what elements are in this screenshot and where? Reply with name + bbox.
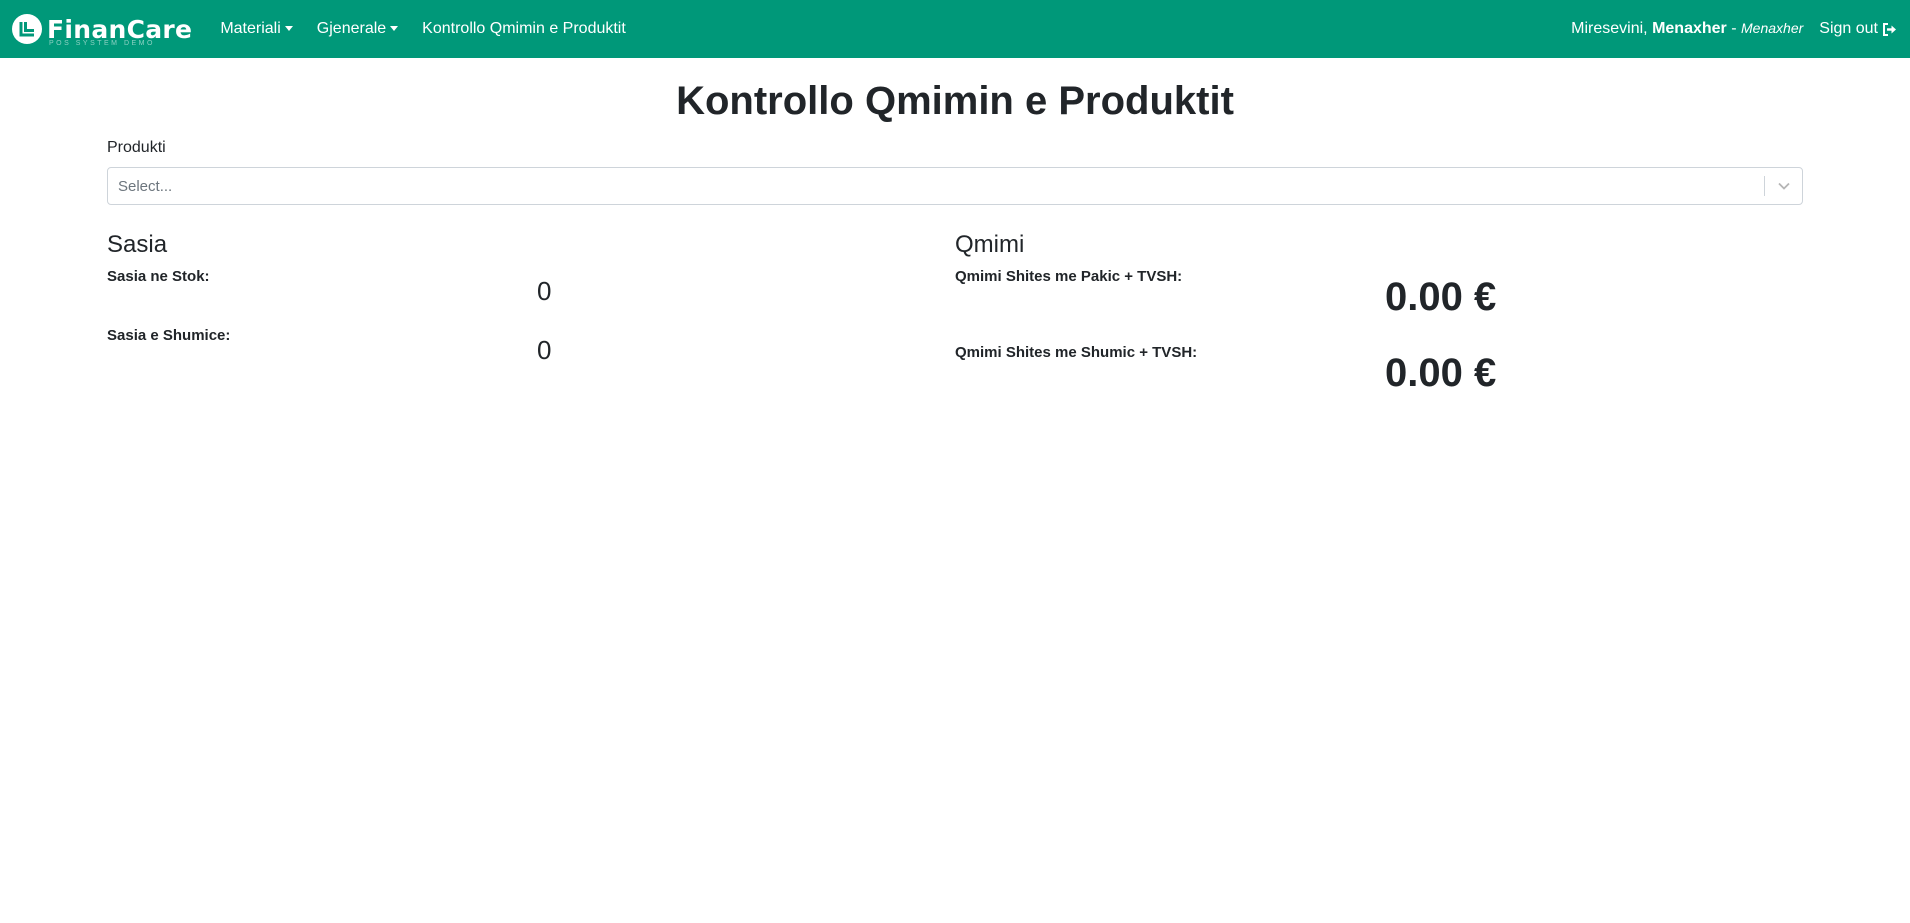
- product-select[interactable]: Select...: [107, 167, 1803, 205]
- nav-materiali-label: Materiali: [220, 20, 281, 37]
- retail-price-value: 0.00 €: [1385, 274, 1497, 319]
- wholesale-quantity-value: 0: [537, 334, 552, 365]
- quantity-heading: Sasia: [107, 231, 168, 258]
- brand-logo-link[interactable]: FinanCare POS SYSTEM DEMO: [12, 14, 193, 47]
- caret-down-icon: [284, 25, 293, 31]
- product-label: Produkti: [107, 139, 166, 156]
- nav-kontrollo-qmimin-link[interactable]: Kontrollo Qmimin e Produktit: [422, 20, 626, 38]
- nav-gjenerale-label: Gjenerale: [316, 20, 387, 37]
- quantity-section: Sasia Sasia ne Stok: 0 Sasia e Shumice: …: [107, 231, 955, 420]
- brand-tagline: POS SYSTEM DEMO: [49, 40, 155, 47]
- chevron-down-icon[interactable]: [1765, 181, 1802, 191]
- retail-price-label: Qmimi Shites me Pakic + TVSH:: [955, 267, 1183, 285]
- sign-out-icon: [1883, 22, 1896, 36]
- welcome-text: Miresevini, Menaxher - Menaxher: [1571, 20, 1803, 38]
- user-separator: -: [1731, 20, 1737, 37]
- nav-kontrollo-qmimin-label: Kontrollo Qmimin e Produktit: [422, 20, 626, 37]
- wholesale-price-label: Qmimi Shites me Shumic + TVSH:: [955, 343, 1198, 361]
- stock-quantity-row: Sasia ne Stok: 0: [107, 268, 955, 327]
- caret-down-icon: [390, 25, 399, 31]
- wholesale-quantity-label: Sasia e Shumice:: [107, 326, 231, 344]
- retail-price-row: Qmimi Shites me Pakic + TVSH: 0.00 €: [955, 268, 1803, 344]
- sign-out-link[interactable]: Sign out: [1819, 20, 1898, 38]
- sign-out-label: Sign out: [1819, 20, 1878, 37]
- wholesale-quantity-row: Sasia e Shumice: 0: [107, 327, 955, 386]
- price-section: Qmimi Qmimi Shites me Pakic + TVSH: 0.00…: [955, 231, 1803, 420]
- price-heading: Qmimi: [955, 231, 1025, 258]
- product-select-placeholder: Select...: [118, 177, 173, 195]
- nav-user-area: Miresevini, Menaxher - Menaxher Sign out: [1571, 20, 1898, 38]
- details-row: Sasia Sasia ne Stok: 0 Sasia e Shumice: …: [107, 231, 1803, 420]
- main-content: Kontrollo Qmimin e Produktit Produkti Se…: [107, 77, 1803, 420]
- stock-quantity-label: Sasia ne Stok:: [107, 267, 210, 285]
- wholesale-price-row: Qmimi Shites me Shumic + TVSH: 0.00 €: [955, 344, 1803, 420]
- financare-logo-icon: [12, 14, 42, 44]
- page-title: Kontrollo Qmimin e Produktit: [676, 79, 1234, 123]
- nav-materiali-dropdown[interactable]: Materiali: [220, 20, 293, 38]
- user-role: Menaxher: [1741, 20, 1804, 36]
- top-navbar: FinanCare POS SYSTEM DEMO Materiali Gjen…: [0, 0, 1910, 58]
- brand-name: FinanCare: [47, 14, 193, 44]
- welcome-prefix: Miresevini,: [1571, 20, 1648, 37]
- user-name: Menaxher: [1652, 20, 1727, 37]
- nav-gjenerale-dropdown[interactable]: Gjenerale: [316, 20, 399, 38]
- stock-quantity-value: 0: [537, 275, 552, 306]
- wholesale-price-value: 0.00 €: [1385, 350, 1497, 395]
